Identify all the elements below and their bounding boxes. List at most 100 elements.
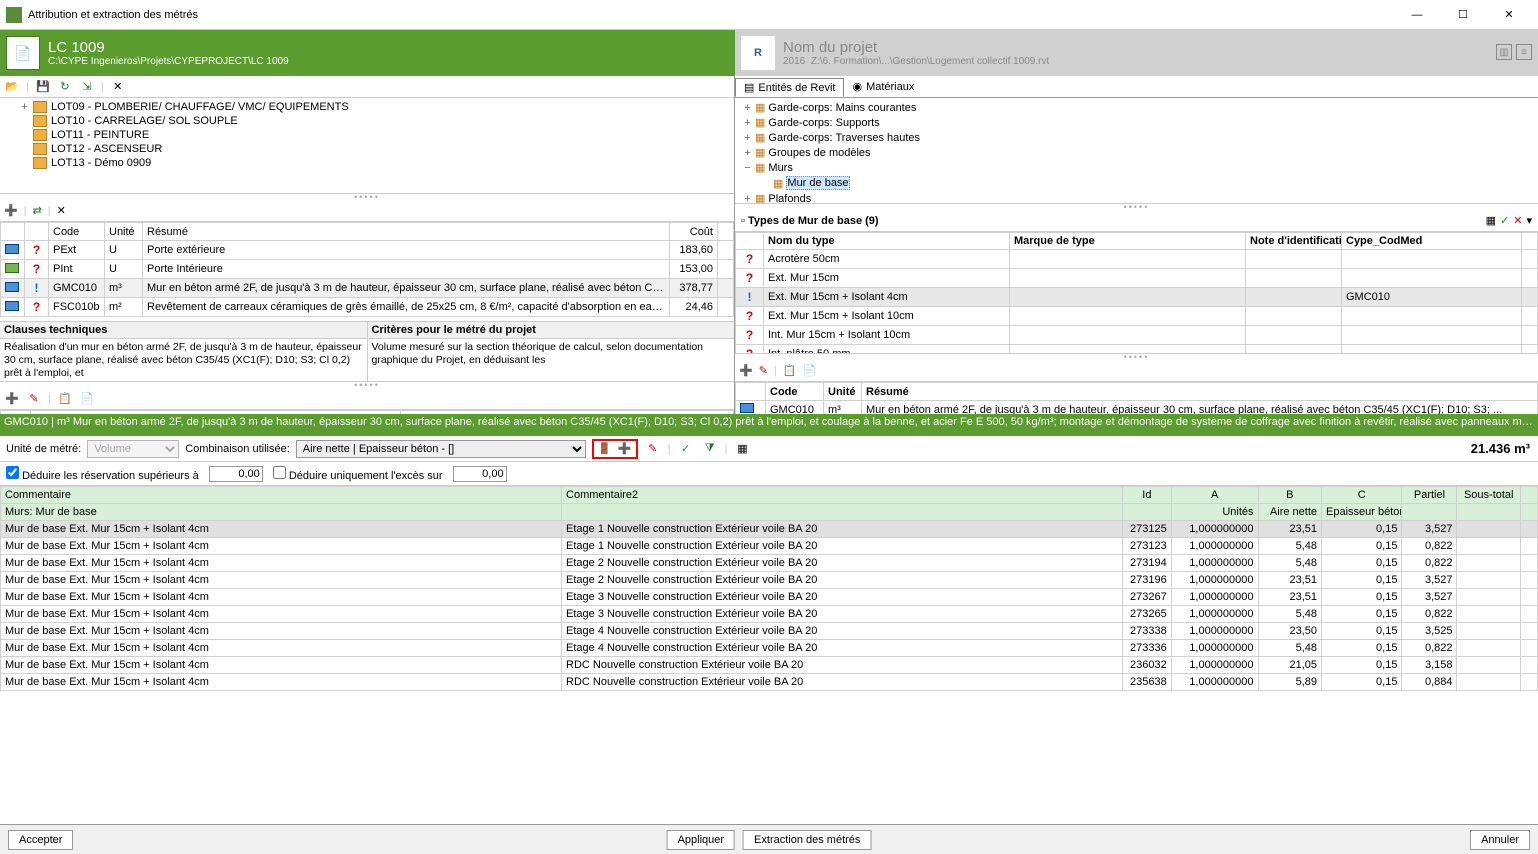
cancel-button[interactable]: Annuler bbox=[1470, 830, 1530, 850]
grid-row[interactable]: Mur de base Ext. Mur 15cm + Isolant 4cmE… bbox=[1, 538, 1538, 555]
right-entity-table[interactable]: Code Unité Résumé GMC010 m³ Mur en béton… bbox=[735, 382, 1538, 414]
door-icon[interactable]: 🚪 bbox=[596, 440, 614, 458]
type-row[interactable]: ? Ext. Mur 15cm bbox=[736, 269, 1538, 288]
remove-icon[interactable]: ✕ bbox=[57, 204, 66, 217]
grid-row[interactable]: Mur de base Ext. Mur 15cm + Isolant 4cmE… bbox=[1, 640, 1538, 657]
maximize-button[interactable]: ☐ bbox=[1440, 0, 1486, 30]
menu-icon[interactable]: ≡ bbox=[1516, 44, 1532, 60]
deduct-reservation-value[interactable] bbox=[209, 466, 263, 482]
th-cype[interactable]: Cype_CodMed bbox=[1342, 233, 1522, 250]
add-icon[interactable]: ➕ bbox=[739, 364, 753, 377]
apply-button[interactable]: Appliquer bbox=[667, 830, 735, 850]
close-button[interactable]: ✕ bbox=[1486, 0, 1532, 30]
code-row[interactable]: ? PExtUPorte extérieure183,60 bbox=[1, 241, 734, 260]
types-table[interactable]: Nom du type Marque de type Note d'identi… bbox=[735, 232, 1538, 354]
folder-open-icon[interactable]: 📂 bbox=[4, 79, 20, 95]
grid-row[interactable]: Mur de base Ext. Mur 15cm + Isolant 4cmE… bbox=[1, 623, 1538, 640]
type-row[interactable]: ! Ext. Mur 15cm + Isolant 4cmGMC010 bbox=[736, 288, 1538, 307]
layout-icon[interactable]: ▥ bbox=[1496, 44, 1512, 60]
expand-icon[interactable]: + bbox=[743, 132, 752, 144]
type-row[interactable]: ? Acrotère 50cm bbox=[736, 250, 1538, 269]
add-entity-icon[interactable]: ➕ bbox=[4, 391, 20, 407]
edit-entity-icon[interactable]: ✎ bbox=[26, 391, 42, 407]
tree-node[interactable]: +▦Garde-corps: Supports bbox=[739, 115, 1534, 130]
th-type-name[interactable]: Nom du type bbox=[764, 233, 1010, 250]
right-entity-row[interactable]: GMC010 m³ Mur en béton armé 2F, de jusqu… bbox=[736, 401, 1538, 415]
delete-icon[interactable]: ✕ bbox=[110, 79, 126, 95]
edit-icon[interactable]: ✎ bbox=[644, 440, 662, 458]
save-icon[interactable]: 💾 bbox=[35, 79, 51, 95]
lot-item[interactable]: LOT13 - Démo 0909 bbox=[4, 156, 730, 170]
deduct-reservation-check[interactable]: Déduire les réservation supérieurs à bbox=[6, 466, 199, 482]
th-comment2[interactable]: Commentaire2 bbox=[562, 487, 1123, 504]
grid-row[interactable]: Mur de base Ext. Mur 15cm + Isolant 4cmE… bbox=[1, 555, 1538, 572]
th-marque[interactable]: Marque de type bbox=[1010, 233, 1246, 250]
grid-row[interactable]: Mur de base Ext. Mur 15cm + Isolant 4cmE… bbox=[1, 589, 1538, 606]
tree-node[interactable]: +▦Garde-corps: Mains courantes bbox=[739, 100, 1534, 115]
code-table[interactable]: Code Unité Résumé Coût ? PExtUPorte exté… bbox=[0, 222, 734, 317]
th-b[interactable]: B bbox=[1258, 487, 1322, 504]
th-partial[interactable]: Partiel bbox=[1402, 487, 1457, 504]
code-row[interactable]: ? PIntUPorte Intérieure153,00 bbox=[1, 260, 734, 279]
grid-row[interactable]: Mur de base Ext. Mur 15cm + Isolant 4cmE… bbox=[1, 606, 1538, 623]
tree-node[interactable]: ▦Mur de base bbox=[739, 175, 1534, 191]
lot-item[interactable]: LOT11 - PEINTURE bbox=[4, 128, 730, 142]
lot-item[interactable]: LOT12 - ASCENSEUR bbox=[4, 142, 730, 156]
export-icon[interactable]: ⇲ bbox=[79, 79, 95, 95]
link-icon[interactable]: ⇄ bbox=[33, 204, 42, 217]
th-comment[interactable]: Commentaire bbox=[1, 487, 562, 504]
unite-select[interactable]: Volume bbox=[87, 440, 179, 458]
revit-tree[interactable]: +▦Garde-corps: Mains courantes+▦Garde-co… bbox=[735, 98, 1538, 204]
minimize-button[interactable]: — bbox=[1394, 0, 1440, 30]
tree-node[interactable]: +▦Garde-corps: Traverses hautes bbox=[739, 130, 1534, 145]
deduct-excess-check[interactable]: Déduire uniquement l'excès sur bbox=[273, 466, 443, 482]
th-c[interactable]: C bbox=[1322, 487, 1402, 504]
grid-row[interactable]: Mur de base Ext. Mur 15cm + Isolant 4cmE… bbox=[1, 572, 1538, 589]
tab-materials[interactable]: ◉Matériaux bbox=[844, 78, 922, 95]
check-icon[interactable]: ✓ bbox=[1500, 214, 1509, 227]
th-note[interactable]: Note d'identification bbox=[1246, 233, 1342, 250]
th-cout[interactable]: Coût bbox=[670, 223, 718, 241]
grid-icon[interactable]: ▦ bbox=[1486, 214, 1496, 227]
th-a[interactable]: A bbox=[1171, 487, 1258, 504]
tree-node[interactable]: +▦Groupes de modèles bbox=[739, 145, 1534, 160]
code-row[interactable]: ? FSC010bm²Revêtement de carreaux cérami… bbox=[1, 298, 734, 317]
lot-tree[interactable]: +LOT09 - PLOMBERIE/ CHAUFFAGE/ VMC/ EQUI… bbox=[0, 98, 734, 194]
grid-row[interactable]: Mur de base Ext. Mur 15cm + Isolant 4cmR… bbox=[1, 674, 1538, 691]
add-param-icon[interactable]: ➕ bbox=[616, 440, 634, 458]
measurements-grid[interactable]: Commentaire Commentaire2 Id A B C Partie… bbox=[0, 486, 1538, 691]
th-unite[interactable]: Unité bbox=[824, 383, 862, 401]
th-subtotal[interactable]: Sous-total bbox=[1457, 487, 1521, 504]
th-resume[interactable]: Résumé bbox=[862, 383, 1538, 401]
filter-icon[interactable]: ⧩ bbox=[701, 440, 719, 458]
th-code[interactable]: Code bbox=[49, 223, 105, 241]
accept-button[interactable]: Accepter bbox=[8, 830, 73, 850]
expand-icon[interactable]: + bbox=[743, 102, 752, 114]
tab-entities[interactable]: ▤Entités de Revit bbox=[735, 78, 844, 97]
lot-item[interactable]: LOT10 - CARRELAGE/ SOL SOUPLE bbox=[4, 114, 730, 128]
edit-icon[interactable]: ✎ bbox=[759, 364, 768, 377]
refresh-icon[interactable]: ↻ bbox=[57, 79, 73, 95]
expand-icon[interactable]: − bbox=[743, 162, 752, 174]
combi-select[interactable]: Aire nette | Epaisseur béton - [] bbox=[296, 440, 586, 458]
grid-row[interactable]: Mur de base Ext. Mur 15cm + Isolant 4cmR… bbox=[1, 657, 1538, 674]
tree-node[interactable]: −▦Murs bbox=[739, 160, 1534, 175]
table-icon[interactable]: ▦ bbox=[733, 440, 751, 458]
expand-icon[interactable]: + bbox=[743, 147, 752, 159]
paste-entity-icon[interactable]: 📄 bbox=[79, 391, 95, 407]
accept-icon[interactable]: ✓ bbox=[677, 440, 695, 458]
add-icon[interactable]: ➕ bbox=[4, 204, 18, 217]
copy-entity-icon[interactable]: 📋 bbox=[57, 391, 73, 407]
expand-icon[interactable] bbox=[761, 177, 770, 189]
extract-button[interactable]: Extraction des métrés bbox=[743, 830, 871, 850]
x-icon[interactable]: ✕ bbox=[1513, 214, 1522, 227]
type-row[interactable]: ? Ext. Mur 15cm + Isolant 10cm bbox=[736, 307, 1538, 326]
th-resume[interactable]: Résumé bbox=[143, 223, 670, 241]
code-row[interactable]: ! GMC010m³Mur en béton armé 2F, de jusqu… bbox=[1, 279, 734, 298]
th-unite[interactable]: Unité bbox=[105, 223, 143, 241]
type-row[interactable]: ? Int. Mur 15cm + Isolant 10cm bbox=[736, 326, 1538, 345]
deduct-excess-value[interactable] bbox=[453, 466, 507, 482]
th-code[interactable]: Code bbox=[766, 383, 824, 401]
paste-icon[interactable]: 📄 bbox=[802, 364, 816, 377]
grid-row[interactable]: Mur de base Ext. Mur 15cm + Isolant 4cmE… bbox=[1, 521, 1538, 538]
